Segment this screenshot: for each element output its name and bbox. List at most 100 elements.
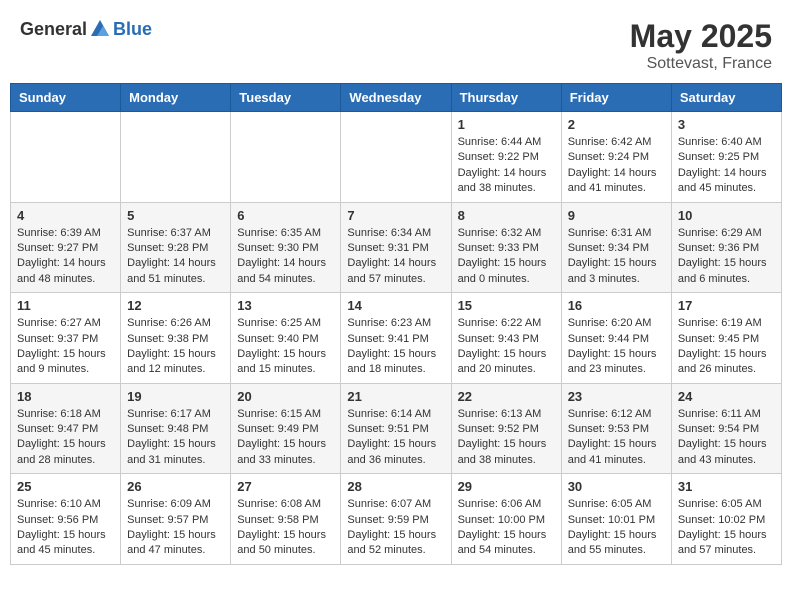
day-number: 6 bbox=[237, 208, 334, 223]
day-number: 29 bbox=[458, 479, 555, 494]
day-info: Sunrise: 6:27 AM Sunset: 9:37 PM Dayligh… bbox=[17, 316, 114, 378]
day-info: Sunrise: 6:13 AM Sunset: 9:52 PM Dayligh… bbox=[458, 407, 555, 469]
day-info: Sunrise: 6:23 AM Sunset: 9:41 PM Dayligh… bbox=[347, 316, 444, 378]
day-number: 31 bbox=[678, 479, 775, 494]
day-info: Sunrise: 6:06 AM Sunset: 10:00 PM Daylig… bbox=[458, 497, 555, 559]
day-number: 17 bbox=[678, 298, 775, 313]
day-number: 15 bbox=[458, 298, 555, 313]
day-number: 25 bbox=[17, 479, 114, 494]
day-number: 9 bbox=[568, 208, 665, 223]
day-number: 7 bbox=[347, 208, 444, 223]
day-number: 2 bbox=[568, 117, 665, 132]
calendar-table: SundayMondayTuesdayWednesdayThursdayFrid… bbox=[10, 83, 782, 565]
day-info: Sunrise: 6:18 AM Sunset: 9:47 PM Dayligh… bbox=[17, 407, 114, 469]
calendar-week-row: 18 Sunrise: 6:18 AM Sunset: 9:47 PM Dayli… bbox=[11, 383, 782, 474]
calendar-cell: 16 Sunrise: 6:20 AM Sunset: 9:44 PM Dayli… bbox=[561, 293, 671, 384]
calendar-cell: 21Sunrise: 6:14 AM Sunset: 9:51 PM Dayli… bbox=[341, 383, 451, 474]
calendar-cell: 12 Sunrise: 6:26 AM Sunset: 9:38 PM Dayli… bbox=[121, 293, 231, 384]
calendar-cell: 11 Sunrise: 6:27 AM Sunset: 9:37 PM Dayli… bbox=[11, 293, 121, 384]
calendar-cell: 23 Sunrise: 6:12 AM Sunset: 9:53 PM Dayli… bbox=[561, 383, 671, 474]
day-number: 5 bbox=[127, 208, 224, 223]
weekday-header: Friday bbox=[561, 84, 671, 112]
day-info: Sunrise: 6:44 AM Sunset: 9:22 PM Dayligh… bbox=[458, 135, 555, 197]
calendar-cell: 30 Sunrise: 6:05 AM Sunset: 10:01 PM Dayl… bbox=[561, 474, 671, 565]
logo-general-text: General bbox=[20, 19, 87, 40]
day-info: Sunrise: 6:12 AM Sunset: 9:53 PM Dayligh… bbox=[568, 407, 665, 469]
day-info: Sunrise: 6:31 AM Sunset: 9:34 PM Dayligh… bbox=[568, 226, 665, 288]
title-block: May 2025 Sottevast, France bbox=[630, 18, 772, 73]
day-number: 20 bbox=[237, 389, 334, 404]
day-info: Sunrise: 6:05 AM Sunset: 10:01 PM Daylig… bbox=[568, 497, 665, 559]
day-number: 27 bbox=[237, 479, 334, 494]
day-info: Sunrise: 6:05 AM Sunset: 10:02 PM Daylig… bbox=[678, 497, 775, 559]
calendar-cell bbox=[121, 112, 231, 203]
day-number: 23 bbox=[568, 389, 665, 404]
day-number: 3 bbox=[678, 117, 775, 132]
weekday-header: Sunday bbox=[11, 84, 121, 112]
day-number: 13 bbox=[237, 298, 334, 313]
month-title: May 2025 bbox=[630, 18, 772, 55]
day-info: Sunrise: 6:10 AM Sunset: 9:56 PM Dayligh… bbox=[17, 497, 114, 559]
calendar-cell: 18 Sunrise: 6:18 AM Sunset: 9:47 PM Dayli… bbox=[11, 383, 121, 474]
day-info: Sunrise: 6:32 AM Sunset: 9:33 PM Dayligh… bbox=[458, 226, 555, 288]
day-info: Sunrise: 6:08 AM Sunset: 9:58 PM Dayligh… bbox=[237, 497, 334, 559]
calendar-cell: 29 Sunrise: 6:06 AM Sunset: 10:00 PM Dayl… bbox=[451, 474, 561, 565]
day-number: 4 bbox=[17, 208, 114, 223]
day-info: Sunrise: 6:40 AM Sunset: 9:25 PM Dayligh… bbox=[678, 135, 775, 197]
logo-icon bbox=[89, 18, 111, 40]
calendar-cell: 17Sunrise: 6:19 AM Sunset: 9:45 PM Dayli… bbox=[671, 293, 781, 384]
weekday-header: Tuesday bbox=[231, 84, 341, 112]
day-number: 11 bbox=[17, 298, 114, 313]
calendar-cell: 24 Sunrise: 6:11 AM Sunset: 9:54 PM Dayli… bbox=[671, 383, 781, 474]
day-number: 8 bbox=[458, 208, 555, 223]
day-info: Sunrise: 6:14 AM Sunset: 9:51 PM Dayligh… bbox=[347, 407, 444, 469]
day-info: Sunrise: 6:15 AM Sunset: 9:49 PM Dayligh… bbox=[237, 407, 334, 469]
day-number: 24 bbox=[678, 389, 775, 404]
calendar-header-row: SundayMondayTuesdayWednesdayThursdayFrid… bbox=[11, 84, 782, 112]
day-info: Sunrise: 6:11 AM Sunset: 9:54 PM Dayligh… bbox=[678, 407, 775, 469]
calendar-cell: 22 Sunrise: 6:13 AM Sunset: 9:52 PM Dayli… bbox=[451, 383, 561, 474]
logo-blue-text: Blue bbox=[113, 19, 152, 40]
calendar-cell: 8 Sunrise: 6:32 AM Sunset: 9:33 PM Daylig… bbox=[451, 202, 561, 293]
day-number: 10 bbox=[678, 208, 775, 223]
day-number: 28 bbox=[347, 479, 444, 494]
day-number: 19 bbox=[127, 389, 224, 404]
calendar-cell: 27 Sunrise: 6:08 AM Sunset: 9:58 PM Dayli… bbox=[231, 474, 341, 565]
day-info: Sunrise: 6:26 AM Sunset: 9:38 PM Dayligh… bbox=[127, 316, 224, 378]
day-info: Sunrise: 6:35 AM Sunset: 9:30 PM Dayligh… bbox=[237, 226, 334, 288]
day-info: Sunrise: 6:17 AM Sunset: 9:48 PM Dayligh… bbox=[127, 407, 224, 469]
day-number: 26 bbox=[127, 479, 224, 494]
calendar-week-row: 4 Sunrise: 6:39 AM Sunset: 9:27 PM Daylig… bbox=[11, 202, 782, 293]
weekday-header: Wednesday bbox=[341, 84, 451, 112]
calendar-cell: 4 Sunrise: 6:39 AM Sunset: 9:27 PM Daylig… bbox=[11, 202, 121, 293]
weekday-header: Thursday bbox=[451, 84, 561, 112]
day-info: Sunrise: 6:39 AM Sunset: 9:27 PM Dayligh… bbox=[17, 226, 114, 288]
day-info: Sunrise: 6:09 AM Sunset: 9:57 PM Dayligh… bbox=[127, 497, 224, 559]
weekday-header: Monday bbox=[121, 84, 231, 112]
calendar-week-row: 25 Sunrise: 6:10 AM Sunset: 9:56 PM Dayli… bbox=[11, 474, 782, 565]
calendar-cell: 26 Sunrise: 6:09 AM Sunset: 9:57 PM Dayli… bbox=[121, 474, 231, 565]
calendar-cell bbox=[11, 112, 121, 203]
day-number: 12 bbox=[127, 298, 224, 313]
day-number: 30 bbox=[568, 479, 665, 494]
calendar-cell: 14 Sunrise: 6:23 AM Sunset: 9:41 PM Dayli… bbox=[341, 293, 451, 384]
calendar-cell: 31 Sunrise: 6:05 AM Sunset: 10:02 PM Dayl… bbox=[671, 474, 781, 565]
calendar-week-row: 11 Sunrise: 6:27 AM Sunset: 9:37 PM Dayli… bbox=[11, 293, 782, 384]
day-number: 18 bbox=[17, 389, 114, 404]
calendar-cell: 6 Sunrise: 6:35 AM Sunset: 9:30 PM Daylig… bbox=[231, 202, 341, 293]
calendar-cell: 28Sunrise: 6:07 AM Sunset: 9:59 PM Dayli… bbox=[341, 474, 451, 565]
calendar-cell: 19 Sunrise: 6:17 AM Sunset: 9:48 PM Dayli… bbox=[121, 383, 231, 474]
day-info: Sunrise: 6:42 AM Sunset: 9:24 PM Dayligh… bbox=[568, 135, 665, 197]
calendar-cell: 15Sunrise: 6:22 AM Sunset: 9:43 PM Dayli… bbox=[451, 293, 561, 384]
day-number: 14 bbox=[347, 298, 444, 313]
calendar-cell bbox=[341, 112, 451, 203]
calendar-cell bbox=[231, 112, 341, 203]
day-info: Sunrise: 6:20 AM Sunset: 9:44 PM Dayligh… bbox=[568, 316, 665, 378]
day-info: Sunrise: 6:25 AM Sunset: 9:40 PM Dayligh… bbox=[237, 316, 334, 378]
calendar-cell: 10Sunrise: 6:29 AM Sunset: 9:36 PM Dayli… bbox=[671, 202, 781, 293]
calendar-cell: 1Sunrise: 6:44 AM Sunset: 9:22 PM Daylig… bbox=[451, 112, 561, 203]
calendar-week-row: 1Sunrise: 6:44 AM Sunset: 9:22 PM Daylig… bbox=[11, 112, 782, 203]
day-number: 22 bbox=[458, 389, 555, 404]
location-title: Sottevast, France bbox=[630, 55, 772, 73]
day-number: 16 bbox=[568, 298, 665, 313]
